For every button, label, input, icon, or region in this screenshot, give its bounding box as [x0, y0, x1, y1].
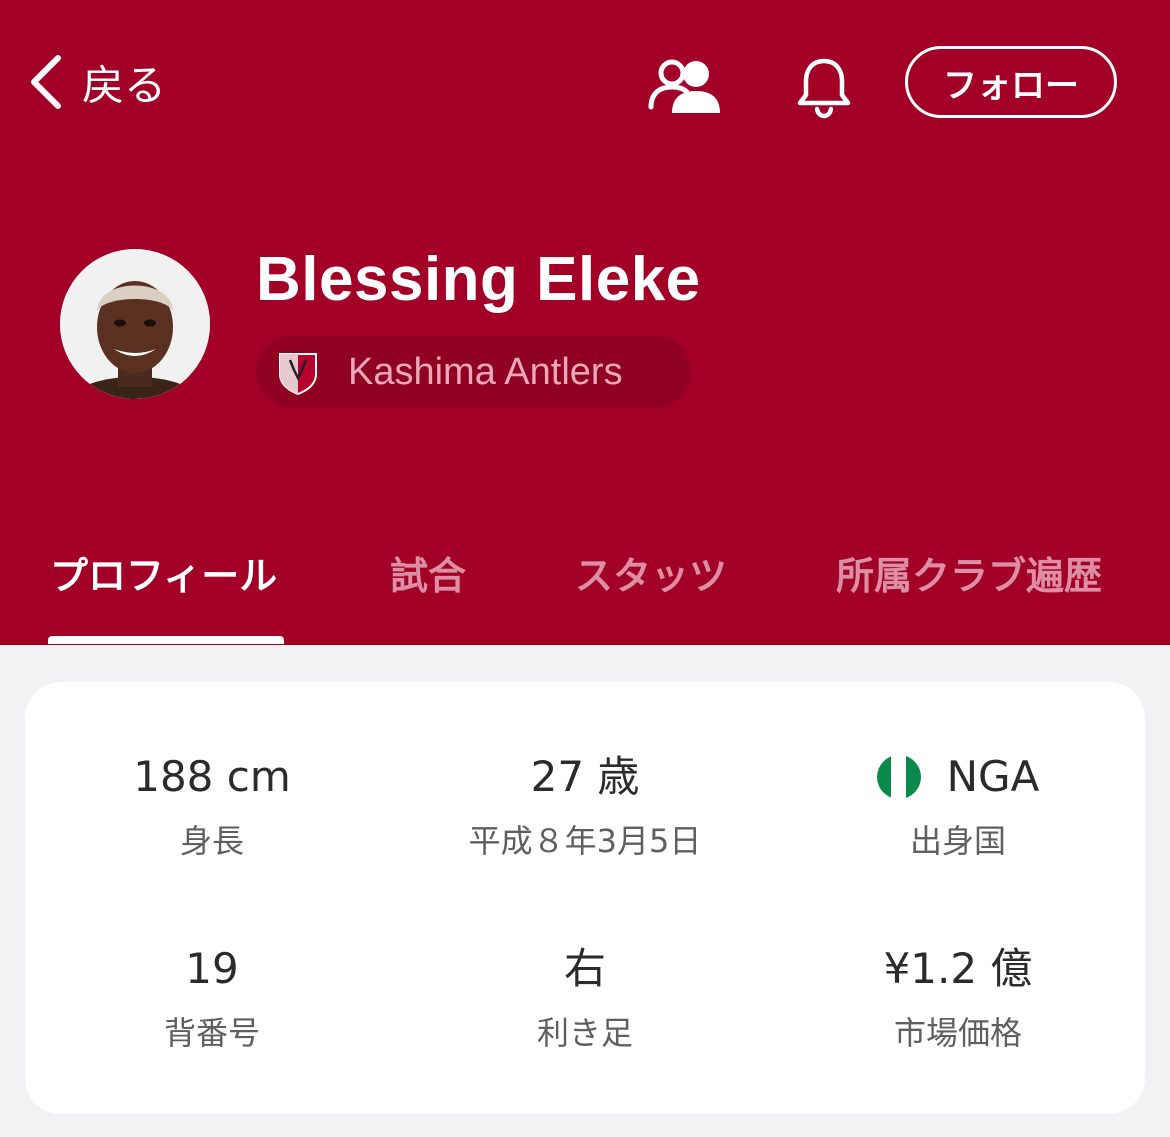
stat-number: 19 背番号 [25, 942, 399, 1054]
nationality-value: NGA [946, 752, 1040, 801]
back-button[interactable]: 戻る [28, 52, 166, 112]
stat-height: 188 cm 身長 [25, 750, 399, 862]
bell-icon [797, 58, 851, 119]
club-crest-icon [279, 353, 317, 396]
tab-profile[interactable]: プロフィール [50, 545, 277, 600]
back-label: 戻る [82, 60, 167, 110]
player-header: 戻る フォロー Blessing Eleke Kashima Antlers プ… [0, 0, 1170, 645]
height-value: 188 cm [133, 752, 291, 801]
people-button[interactable] [644, 52, 724, 122]
player-avatar [60, 249, 210, 399]
foot-value: 右 [563, 944, 606, 993]
birthdate-label: 平成８年3月5日 [468, 822, 702, 860]
stat-foot: 右 利き足 [398, 942, 772, 1054]
tab-club-history[interactable]: 所属クラブ遍歴 [836, 545, 1102, 600]
number-label: 背番号 [163, 1014, 260, 1052]
club-name: Kashima Antlers [348, 350, 623, 393]
player-name: Blessing Eleke [256, 245, 701, 314]
active-tab-indicator [48, 636, 284, 644]
tab-matches[interactable]: 試合 [390, 545, 466, 600]
stat-market-value: ¥1.2 億 市場価格 [771, 942, 1145, 1054]
number-value: 19 [185, 944, 239, 993]
market-value-label: 市場価格 [893, 1014, 1022, 1052]
club-badge[interactable]: Kashima Antlers [256, 336, 691, 408]
foot-label: 利き足 [536, 1014, 633, 1052]
people-icon [648, 59, 720, 113]
stat-age: 27 歳 平成８年3月5日 [398, 750, 772, 862]
profile-card: 188 cm 身長 27 歳 平成８年3月5日 NGA 出身国 19 背番号 右… [25, 682, 1145, 1114]
nigeria-flag-icon [876, 755, 921, 799]
follow-button[interactable]: フォロー [905, 46, 1117, 118]
height-label: 身長 [179, 822, 244, 860]
market-value: ¥1.2 億 [883, 944, 1033, 993]
notification-button[interactable] [784, 52, 864, 122]
nationality-label: 出身国 [909, 822, 1006, 860]
stat-nationality: NGA 出身国 [771, 750, 1145, 862]
age-value: 27 歳 [530, 752, 640, 801]
chevron-left-icon [31, 55, 61, 109]
tab-stats[interactable]: スタッツ [575, 545, 727, 600]
